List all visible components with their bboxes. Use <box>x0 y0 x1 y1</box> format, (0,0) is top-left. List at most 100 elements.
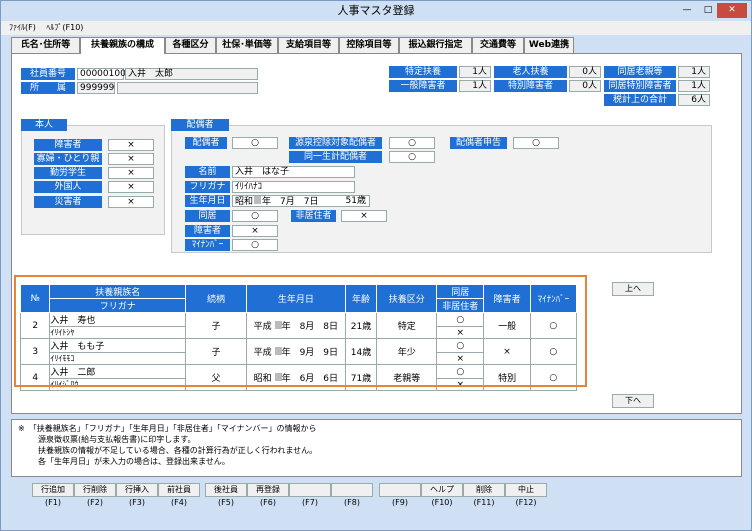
spouse-dob-label: 生年月日 <box>185 195 230 207</box>
minimize-icon[interactable]: — <box>677 3 697 18</box>
tab-categories[interactable]: 各種区分 <box>165 37 216 53</box>
spouse-haigu[interactable]: ○ <box>232 137 278 149</box>
f10-key-label: (F10) <box>431 498 453 507</box>
spouse-mynum[interactable]: ○ <box>232 239 278 251</box>
f11-key-label: (F11) <box>473 498 495 507</box>
window: 人事マスタ登録 — □ ✕ ﾌｧｲﾙ(F) ﾍﾙﾌﾟ(F10) 氏名･住所等 扶… <box>0 0 752 531</box>
spouse-haigu-label: 配偶者 <box>185 137 227 149</box>
summary-ippan: 1人 <box>459 80 491 92</box>
f1-add-row-button[interactable]: 行追加 <box>32 483 74 497</box>
self-disaster[interactable]: × <box>108 196 154 208</box>
tab-payments[interactable]: 支給項目等 <box>278 37 339 53</box>
spouse-dokyo[interactable]: ○ <box>232 210 278 222</box>
summary-ippan-label: 一般障害者 <box>389 80 457 92</box>
self-shogai[interactable]: × <box>108 139 154 151</box>
summary-rojin-label: 老人扶養 <box>494 66 567 78</box>
spouse-doitsu[interactable]: ○ <box>389 151 435 163</box>
spouse-mynum-label: ﾏｲﾅﾝﾊﾞｰ <box>185 239 230 251</box>
note-line: 各「生年月日」が未入力の場合は、登録出来ません。 <box>38 457 230 466</box>
f11-delete-button[interactable]: 削除 <box>463 483 505 497</box>
f2-key-label: (F2) <box>87 498 103 507</box>
f1-key-label: (F1) <box>45 498 61 507</box>
spouse-age: 51歳 <box>345 196 366 206</box>
f12-cancel-button[interactable]: 中止 <box>505 483 547 497</box>
self-kafu-label: 寡婦・ひとり親 <box>34 153 102 165</box>
self-student[interactable]: × <box>108 167 154 179</box>
summary-total-label: 税計上の合計 <box>604 94 676 106</box>
summary-total: 6人 <box>678 94 710 106</box>
f7-button[interactable] <box>289 483 331 497</box>
close-icon[interactable]: ✕ <box>717 3 747 18</box>
summary-tokutei: 1人 <box>459 66 491 78</box>
self-student-label: 勤労学生 <box>34 167 102 179</box>
f5-key-label: (F5) <box>218 498 234 507</box>
f6-key-label: (F6) <box>260 498 276 507</box>
f8-key-label: (F8) <box>344 498 360 507</box>
spouse-dob-field[interactable]: 昭和年 7月 7日 51歳 <box>232 195 370 207</box>
highlight-frame <box>14 275 587 387</box>
note-line: 源泉徴収票(給与支払報告書)に印字します。 <box>38 435 196 444</box>
dept-label: 所 属 <box>21 82 75 94</box>
spouse-kana-label: フリガナ <box>185 181 230 193</box>
f9-button[interactable] <box>379 483 421 497</box>
menu-help[interactable]: ﾍﾙﾌﾟ(F10) <box>46 23 83 32</box>
tab-insurance[interactable]: 社保･単価等 <box>216 37 278 53</box>
f8-button[interactable] <box>331 483 373 497</box>
self-disaster-label: 災害者 <box>34 196 102 208</box>
self-foreigner[interactable]: × <box>108 181 154 193</box>
f4-prev-employee-button[interactable]: 前社員 <box>158 483 200 497</box>
f9-key-label: (F9) <box>392 498 408 507</box>
spouse-shogai[interactable]: × <box>232 225 278 237</box>
tab-transport[interactable]: 交通費等 <box>472 37 524 53</box>
up-button[interactable]: 上へ <box>612 282 654 296</box>
summary-dokyo-label: 同居老親等 <box>604 66 676 78</box>
note-line: ※ 「扶養親族名」「フリガナ」「生年月日」「非居住者」「マイナンバー」の情報から <box>18 424 317 433</box>
employee-no-label: 社員番号 <box>21 68 75 80</box>
maximize-icon[interactable]: □ <box>699 3 717 18</box>
tab-name-address[interactable]: 氏名･住所等 <box>11 37 80 53</box>
spouse-hikyo[interactable]: × <box>341 210 387 222</box>
note-line: 扶養親族の情報が不足している場合、各種の計算行為が正しく行われません。 <box>38 446 318 455</box>
spouse-hikyo-label: 非居住者 <box>291 210 336 222</box>
tab-web[interactable]: Web連携 <box>524 37 574 53</box>
f3-insert-row-button[interactable]: 行挿入 <box>116 483 158 497</box>
employee-no-field[interactable]: 00000100 <box>77 68 126 80</box>
menu-file[interactable]: ﾌｧｲﾙ(F) <box>9 23 36 32</box>
spouse-dob-era: 昭和 <box>235 197 254 207</box>
spouse-gensen-label: 源泉控除対象配偶者 <box>289 137 382 149</box>
summary-tokutei-label: 特定扶養 <box>389 66 457 78</box>
f5-next-employee-button[interactable]: 後社員 <box>205 483 247 497</box>
summary-rojin: 0人 <box>569 66 601 78</box>
f7-key-label: (F7) <box>302 498 318 507</box>
spouse-dokyo-label: 同居 <box>185 210 230 222</box>
spouse-shinkoku-label: 配偶者申告 <box>450 137 507 149</box>
down-button[interactable]: 下へ <box>612 394 654 408</box>
spouse-shinkoku[interactable]: ○ <box>513 137 559 149</box>
menu-bar: ﾌｧｲﾙ(F) ﾍﾙﾌﾟ(F10) <box>1 21 751 35</box>
summary-dokyo: 1人 <box>678 66 710 78</box>
window-title: 人事マスタ登録 <box>337 4 415 17</box>
summary-tokubetsu-label: 特別障害者 <box>494 80 567 92</box>
summary-dokyo-toku-label: 同居特別障害者 <box>604 80 676 92</box>
title-bar: 人事マスタ登録 <box>1 1 751 21</box>
masked-year <box>254 196 262 204</box>
spouse-name-field[interactable]: 入井 はな子 <box>232 166 355 178</box>
spouse-gensen[interactable]: ○ <box>389 137 435 149</box>
tab-dependents[interactable]: 扶養親族の構成 <box>80 37 165 54</box>
spouse-name-label: 名前 <box>185 166 230 178</box>
f2-delete-row-button[interactable]: 行削除 <box>74 483 116 497</box>
spouse-title: 配偶者 <box>171 119 229 131</box>
f10-help-button[interactable]: ヘルプ <box>421 483 463 497</box>
tab-deductions[interactable]: 控除項目等 <box>339 37 399 53</box>
spouse-kana-field[interactable]: ｲﾘｲﾊﾅｺ <box>232 181 355 193</box>
summary-dokyo-toku: 1人 <box>678 80 710 92</box>
dept-name <box>117 82 258 94</box>
f3-key-label: (F3) <box>129 498 145 507</box>
self-kafu[interactable]: × <box>108 153 154 165</box>
f4-key-label: (F4) <box>171 498 187 507</box>
f12-key-label: (F12) <box>515 498 537 507</box>
tab-bank[interactable]: 振込銀行指定 <box>399 37 472 53</box>
f6-reregister-button[interactable]: 再登録 <box>247 483 289 497</box>
spouse-dob-rest: 年 7月 7日 <box>262 197 319 207</box>
spouse-doitsu-label: 同一生計配偶者 <box>289 151 382 163</box>
